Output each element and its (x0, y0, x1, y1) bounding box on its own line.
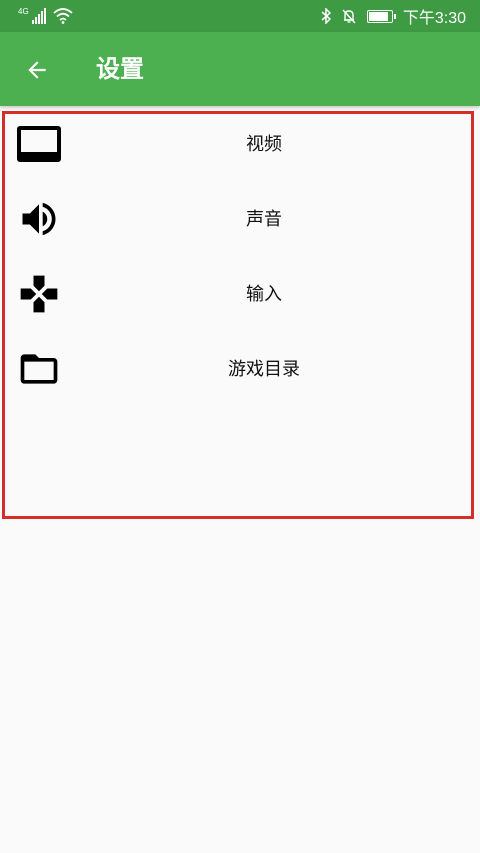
battery-icon (366, 9, 396, 23)
arrow-back-icon (28, 61, 46, 79)
menu-item-label: 视频 (246, 134, 282, 155)
battery-fill (368, 11, 389, 21)
status-time: 下午3:30 (402, 10, 466, 27)
network-type-label: 4G (18, 7, 29, 16)
back-button[interactable] (20, 53, 54, 87)
notifications-off-icon (342, 9, 356, 24)
menu-item-label: 游戏目录 (228, 359, 300, 380)
wifi-icon (53, 8, 73, 24)
status-right: 下午3:30 (321, 0, 466, 32)
status-bar: 4G 下午3:30 (0, 0, 480, 32)
app-bar: 设置 (0, 32, 480, 106)
page-title: 设置 (96, 55, 144, 83)
menu-item-sound[interactable]: 声音 (0, 182, 480, 257)
bluetooth-icon (321, 8, 331, 24)
status-left: 4G (18, 6, 73, 26)
signal-icon (31, 8, 46, 24)
menu-item-game-directory[interactable]: 游戏目录 (0, 332, 480, 407)
menu-item-label: 输入 (246, 284, 282, 305)
menu-item-input[interactable]: 输入 (0, 257, 480, 332)
menu-item-label: 声音 (246, 209, 282, 230)
menu-item-video[interactable]: 视频 (0, 107, 480, 182)
